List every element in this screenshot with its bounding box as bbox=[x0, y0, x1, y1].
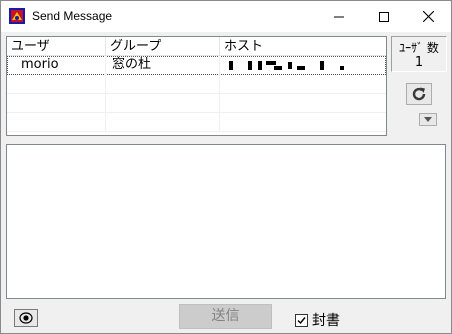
column-header-group[interactable]: グループ bbox=[106, 37, 220, 56]
close-icon bbox=[423, 11, 434, 22]
refresh-button[interactable] bbox=[406, 83, 432, 105]
minimize-button[interactable] bbox=[316, 1, 361, 32]
seal-checkbox[interactable] bbox=[295, 313, 308, 327]
cell-host-redacted bbox=[220, 56, 386, 75]
table-row bbox=[7, 113, 386, 132]
capture-button[interactable] bbox=[14, 309, 38, 327]
refresh-icon bbox=[412, 87, 426, 101]
message-textarea[interactable] bbox=[6, 144, 446, 299]
title-bar: Send Message bbox=[1, 1, 451, 32]
minimize-icon bbox=[333, 16, 344, 17]
camera-icon bbox=[19, 312, 33, 324]
send-message-window: Send Message ユーザ グループ ホスト morio 窓の杜 ﾕｰｻﾞ… bbox=[0, 0, 452, 334]
table-row bbox=[7, 75, 386, 94]
maximize-icon bbox=[378, 11, 389, 22]
list-header: ユーザ グループ ホスト bbox=[7, 37, 386, 56]
chevron-down-icon bbox=[424, 117, 432, 122]
app-icon bbox=[9, 8, 25, 24]
close-button[interactable] bbox=[406, 1, 451, 32]
seal-label: 封書 bbox=[312, 313, 340, 329]
table-row bbox=[7, 94, 386, 113]
dropdown-button[interactable] bbox=[419, 113, 437, 126]
cell-group: 窓の杜 bbox=[106, 56, 220, 75]
cell-user: morio bbox=[17, 56, 106, 75]
window-title: Send Message bbox=[32, 9, 113, 23]
send-button[interactable]: 送信 bbox=[179, 304, 272, 329]
user-count-box: ﾕｰｻﾞ 数 1 bbox=[391, 36, 447, 72]
column-header-user[interactable]: ユーザ bbox=[7, 37, 106, 56]
table-row[interactable]: morio 窓の杜 bbox=[7, 56, 386, 75]
checkmark-icon bbox=[297, 316, 306, 324]
user-count-label: ﾕｰｻﾞ 数 bbox=[399, 41, 439, 55]
maximize-button[interactable] bbox=[361, 1, 406, 32]
user-count-value: 1 bbox=[414, 55, 424, 70]
seal-checkbox-group[interactable]: 封書 bbox=[295, 311, 340, 329]
column-header-host[interactable]: ホスト bbox=[220, 37, 386, 56]
user-list[interactable]: ユーザ グループ ホスト morio 窓の杜 bbox=[6, 36, 387, 136]
